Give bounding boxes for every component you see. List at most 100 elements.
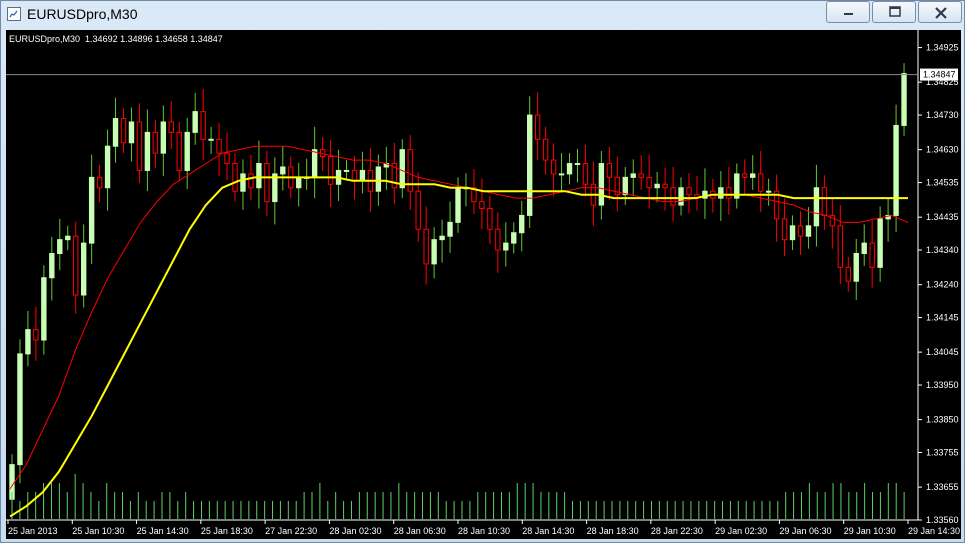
candle-body [893,124,899,216]
candle-body [343,169,350,172]
close-icon [935,7,947,19]
time-tick-label: 28 Jan 22:30 [651,526,703,536]
candle-body [49,253,55,279]
time-tick-label: 28 Jan 02:30 [329,526,381,536]
candle-body [837,225,844,268]
candle-body [176,131,182,171]
candle-body [861,242,867,255]
candle-body [96,176,103,189]
minimize-button[interactable] [826,1,870,23]
window-title: EURUSDpro,M30 [27,6,138,22]
candle-body [550,159,557,175]
candle-body [160,121,167,154]
candle-body [184,131,190,171]
candle-body [646,176,652,189]
candle-body [511,232,517,244]
candle-body [136,121,143,171]
candle-body [399,149,405,189]
candle-body [638,173,644,178]
candle-body [128,121,135,144]
ma-slow-line [9,176,908,518]
maximize-button[interactable] [872,1,916,23]
price-tick-label: 1.34435 [926,212,959,222]
candle-body [750,173,756,178]
price-tick-label: 1.34240 [926,280,959,290]
price-tick-label: 1.34630 [926,145,959,155]
candle-body [527,114,533,216]
time-tick-label: 25 Jan 2013 [8,526,58,536]
candle-body [813,187,820,227]
time-tick-label: 29 Jan 10:30 [844,526,896,536]
current-price-label: 1.34847 [923,70,956,80]
title-bar[interactable]: EURUSDpro,M30 [1,1,964,29]
candle-body [495,228,501,251]
candle-body [805,225,812,237]
price-tick-label: 1.34340 [926,245,959,255]
candle-body [765,190,772,193]
time-tick-label: 25 Jan 10:30 [72,526,124,536]
candle-body [901,73,907,126]
candle-body [686,187,692,196]
candle-body [869,242,875,268]
candle-body [200,111,206,140]
time-tick-label: 29 Jan 14:30 [908,526,960,536]
candle-body [455,187,461,223]
candle-body [439,235,445,241]
candle-body [208,138,214,141]
price-chart[interactable]: 1.349251.348251.347301.346301.345351.344… [6,30,961,539]
candle-body [17,353,23,466]
candle-body [224,152,230,165]
candle-body [678,187,684,206]
candle-body [503,242,509,251]
price-tick-label: 1.34145 [926,313,959,323]
candle-body [88,176,95,244]
candle-body [80,242,87,296]
candle-body [415,190,421,230]
candle-body [264,163,270,203]
time-tick-label: 29 Jan 06:30 [779,526,831,536]
maximize-icon [889,6,901,17]
high-value: 1.34896 [120,34,153,44]
candle-body [375,166,382,192]
candle-body [359,169,366,182]
price-tick-label: 1.33755 [926,448,959,458]
candle-body [423,228,429,265]
time-tick-label: 27 Jan 22:30 [265,526,317,536]
chart-area[interactable]: 1.34925 1.34825 1.34730 1.34630 1.34535 1.344… [6,30,961,539]
candle-body [566,163,573,175]
candle-body [192,111,198,133]
candle-body [311,149,318,178]
price-tick-label: 1.33950 [926,380,959,390]
candle-body [781,218,788,241]
candle-body [104,145,111,189]
candle-body [582,163,589,185]
symbol-label: EURUSDpro,M30 [9,34,81,44]
candle-body [622,176,628,196]
time-tick-label: 28 Jan 14:30 [522,526,574,536]
candle-body [327,156,334,185]
candle-body [574,163,581,166]
candle-body [351,169,358,182]
candle-body [73,235,79,296]
candle-body [662,183,668,189]
candle-body [479,201,485,210]
candle-body [606,163,613,178]
candle-body [144,131,151,171]
open-value: 1.34692 [85,34,118,44]
ohlc-header: EURUSDpro,M30 1.34692 1.34896 1.34658 1.… [9,34,223,44]
minimize-icon [844,13,853,15]
price-tick-label: 1.34730 [926,110,959,120]
candle-body [240,173,246,192]
chart-window: EURUSDpro,M30 1.34925 1.34825 1.34730 1.346… [0,0,965,543]
candle-body [152,131,159,154]
candle-body [742,173,748,178]
candle-body [232,163,238,192]
candle-body [630,173,636,178]
candle-body [41,277,47,341]
candle-body [598,163,605,206]
close-button[interactable] [918,1,962,23]
candle-body [789,225,796,241]
price-tick-label: 1.33850 [926,415,959,425]
candle-body [797,225,804,237]
chart-app-icon [7,7,21,21]
